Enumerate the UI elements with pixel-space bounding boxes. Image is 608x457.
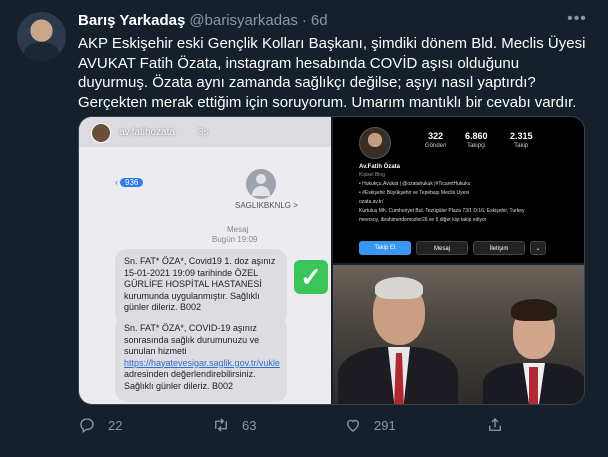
reply-icon [80,418,94,434]
ig-subtitle: Kişisel Blog [359,172,385,178]
like-count: 291 [374,417,396,433]
instagram-profile-image[interactable]: 322 Gönderi 6.860 Takipçi 2.315 Takip Av… [333,117,584,263]
retweet-button[interactable]: 63 [212,416,256,434]
ig-bio-line: • Hukukçu,Avukat | @ozatahukuk |#Ticaret… [359,181,471,187]
sms-meta-label: Mesaj [227,225,249,234]
back-count: 936 [120,178,144,187]
sms-message-2: Sn. FAT* ÖZA*, COVID-19 aşınız sonrasınd… [115,316,287,402]
tweet[interactable]: Barış Yarkadaş @barisyarkadas · 6d ••• A… [0,0,608,457]
ig-followers-count: 6.860 [465,131,488,141]
tweet-header: Barış Yarkadaş @barisyarkadas · 6d [78,12,328,29]
story-avatar [91,123,111,143]
ig-posts-count: 322 [428,131,444,141]
back-badge: ‹ 936 [115,177,144,187]
sms-meta-date: Bugün 19:09 [212,235,258,244]
story-header: av.fatihozata 3s [79,117,331,147]
avatar[interactable] [17,12,66,61]
ig-follow-button: Takip Et [359,241,411,255]
story-time: 3s [198,127,209,138]
ig-bio-line: meersoy, ibrahimerdemozler26 ve 5 diğer … [359,217,487,223]
ig-bio-line: Kurtuluş Mh. Cumhuriyet Bul. Tezügüler P… [359,208,525,214]
ig-posts: 322 Gönderi [425,131,446,149]
person-1-hair [375,277,423,299]
like-button[interactable]: 291 [344,416,396,434]
ig-bio-line: ozata.av.tr/ [359,199,384,205]
contact-icon [246,169,276,199]
ig-following-count: 2.315 [510,131,533,141]
sms-screenshot-image[interactable]: av.fatihozata 3s ‹ 936 SAGLIKBKNLG > Mesa… [79,117,331,404]
sms-message-2-post: adresinden değerlendirebilirsiniz. Sağlı… [124,369,256,391]
ig-bio-line: • #Eskişehir Büyükşehir ve Tepebaşı Mecl… [359,190,470,196]
ig-followers: 6.860 Takipçi [465,131,488,149]
ig-following-label: Takip [514,143,529,149]
ig-contact-button: İletişim [473,241,525,255]
story-user: av.fatihozata [119,127,175,138]
tweet-actions: 22 63 291 [78,416,593,436]
tweet-time[interactable]: 6d [311,12,328,29]
tweet-text: AKP Eskişehir eski Gençlik Kolları Başka… [78,35,586,111]
sms-message-2-link: https://hayatevesigar.saglik.gov.tr/vukl… [124,357,280,368]
retweet-count: 63 [242,417,257,433]
reply-button[interactable]: 22 [78,416,122,434]
share-icon [489,418,501,431]
sms-message-1: Sn. FAT* ÖZA*, Covid19 1. doz aşınız 15-… [115,249,287,325]
check-icon: ✓ [294,260,328,294]
author-name[interactable]: Barış Yarkadaş [78,12,185,29]
ig-message-button: Mesaj [416,241,468,255]
person-2-hair [511,299,557,321]
tweet-media[interactable]: av.fatihozata 3s ‹ 936 SAGLIKBKNLG > Mesa… [78,116,585,405]
separator: · [301,12,307,29]
ig-following: 2.315 Takip [510,131,533,149]
share-button[interactable] [486,416,504,434]
more-horizontal-icon[interactable]: ••• [567,11,587,32]
person-2-tie [529,367,538,404]
reply-count: 22 [108,417,123,433]
heart-icon [347,419,359,432]
sms-message-2-pre: Sn. FAT* ÖZA*, COVID-19 aşınız sonrasınd… [124,323,260,356]
photo-image[interactable] [333,265,584,404]
sms-contact: SAGLIKBKNLG > [235,201,298,210]
ig-name: Av.Fatih Özata [359,164,401,170]
ig-posts-label: Gönderi [425,143,447,149]
ig-followers-label: Takipçi [467,143,486,149]
ig-avatar [359,127,391,159]
author-handle[interactable]: @barisyarkadas [189,12,298,29]
retweet-icon [215,418,227,432]
ig-more-button: ⌄ [530,241,546,255]
